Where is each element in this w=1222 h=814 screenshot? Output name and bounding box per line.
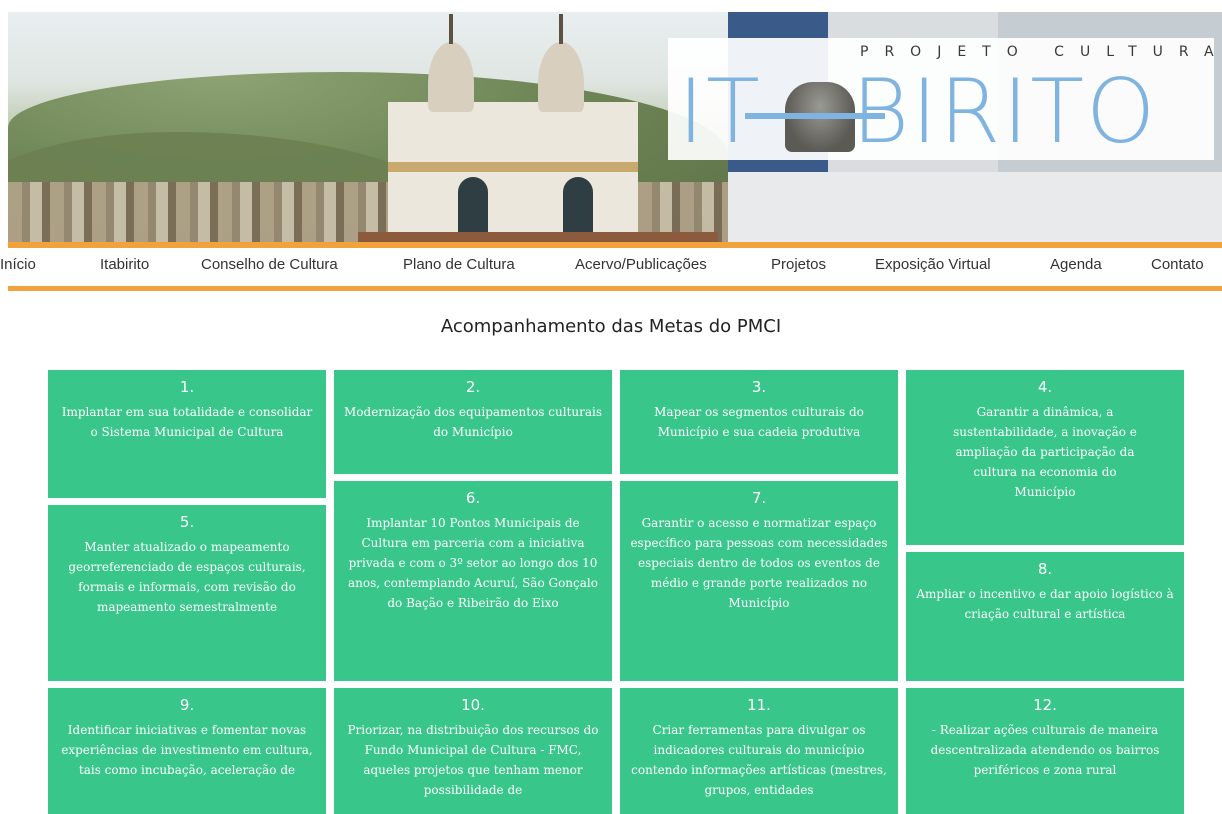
nav-item-conselho[interactable]: Conselho de Cultura	[201, 256, 338, 273]
goal-number: 6.	[465, 489, 481, 507]
goal-text: - Realizar ações culturais de maneira de…	[930, 723, 1160, 777]
goal-card-9[interactable]: 9. Identificar iniciativas e fomentar no…	[48, 688, 326, 814]
nav-item-projetos[interactable]: Projetos	[771, 256, 826, 273]
goal-number: 9.	[179, 696, 195, 714]
goal-card-3[interactable]: 3. Mapear os segmentos culturais do Muni…	[620, 370, 898, 474]
tower-spire	[559, 14, 563, 44]
goal-text: Criar ferramentas para divulgar os indic…	[631, 723, 887, 797]
church-facade-image	[388, 102, 638, 242]
goal-number: 12.	[1033, 696, 1057, 714]
goal-number: 8.	[1037, 560, 1053, 578]
goal-text: Modernização dos equipamentos culturais …	[344, 405, 603, 439]
nav-item-inicio[interactable]: Início	[0, 256, 36, 273]
nav-item-agenda[interactable]: Agenda	[1050, 256, 1102, 273]
goal-card-6[interactable]: 6. Implantar 10 Pontos Municipais de Cul…	[334, 481, 612, 681]
logo-subtitle: PROJETO CULTURA	[860, 44, 1222, 60]
church-window	[563, 177, 593, 232]
goal-text: Implantar 10 Pontos Municipais de Cultur…	[348, 516, 598, 610]
goal-number: 10.	[461, 696, 485, 714]
goal-card-1[interactable]: 1. Implantar em sua totalidade e consoli…	[48, 370, 326, 498]
church-roof	[358, 232, 718, 242]
nav-item-contato[interactable]: Contato	[1151, 256, 1204, 273]
goal-text: Garantir o acesso e normatizar espaço es…	[630, 516, 888, 610]
tower-spire	[449, 14, 453, 44]
church-tower-right	[538, 42, 584, 112]
nav-bottom-border	[8, 286, 1222, 291]
goal-text: Implantar em sua totalidade e consolidar…	[61, 405, 313, 439]
banner-ground	[728, 172, 1222, 242]
goal-card-5[interactable]: 5. Manter atualizado o mapeamento georre…	[48, 505, 326, 681]
goal-number: 2.	[465, 378, 481, 396]
goal-card-10[interactable]: 10. Priorizar, na distribuição dos recur…	[334, 688, 612, 814]
church-band	[388, 162, 638, 172]
goal-card-12[interactable]: 12. - Realizar ações culturais de maneir…	[906, 688, 1184, 814]
goal-number: 4.	[1037, 378, 1053, 396]
goal-text: Priorizar, na distribuição dos recursos …	[347, 723, 599, 797]
goal-number: 1.	[179, 378, 195, 396]
goal-number: 11.	[747, 696, 771, 714]
logo-title: IT BIRITO	[678, 60, 1158, 163]
goal-card-11[interactable]: 11. Criar ferramentas para divulgar os i…	[620, 688, 898, 814]
nav-top-border	[8, 242, 1222, 248]
goal-text: Ampliar o incentivo e dar apoio logístic…	[916, 587, 1174, 621]
goal-number: 3.	[751, 378, 767, 396]
goal-text: Manter atualizado o mapeamento georrefer…	[68, 540, 306, 614]
goal-card-4[interactable]: 4. Garantir a dinâmica, a sustentabilida…	[906, 370, 1184, 545]
goal-text: Garantir a dinâmica, a sustentabilidade,…	[953, 405, 1137, 499]
church-window	[458, 177, 488, 232]
goal-number: 5.	[179, 513, 195, 531]
nav-item-itabirito[interactable]: Itabirito	[100, 256, 149, 273]
goal-card-8[interactable]: 8. Ampliar o incentivo e dar apoio logís…	[906, 552, 1184, 681]
nav-item-plano[interactable]: Plano de Cultura	[403, 256, 515, 273]
goal-number: 7.	[751, 489, 767, 507]
goal-text: Mapear os segmentos culturais do Municíp…	[654, 405, 864, 439]
nav-item-exposicao[interactable]: Exposição Virtual	[875, 256, 991, 273]
main-nav: Início Itabirito Conselho de Cultura Pla…	[0, 242, 1222, 292]
goal-card-7[interactable]: 7. Garantir o acesso e normatizar espaço…	[620, 481, 898, 681]
church-tower-left	[428, 42, 474, 112]
goal-text: Identificar iniciativas e fomentar novas…	[61, 723, 313, 777]
nav-item-acervo[interactable]: Acervo/Publicações	[575, 256, 707, 273]
goal-card-2[interactable]: 2. Modernização dos equipamentos cultura…	[334, 370, 612, 474]
page-title: Acompanhamento das Metas do PMCI	[440, 316, 782, 337]
